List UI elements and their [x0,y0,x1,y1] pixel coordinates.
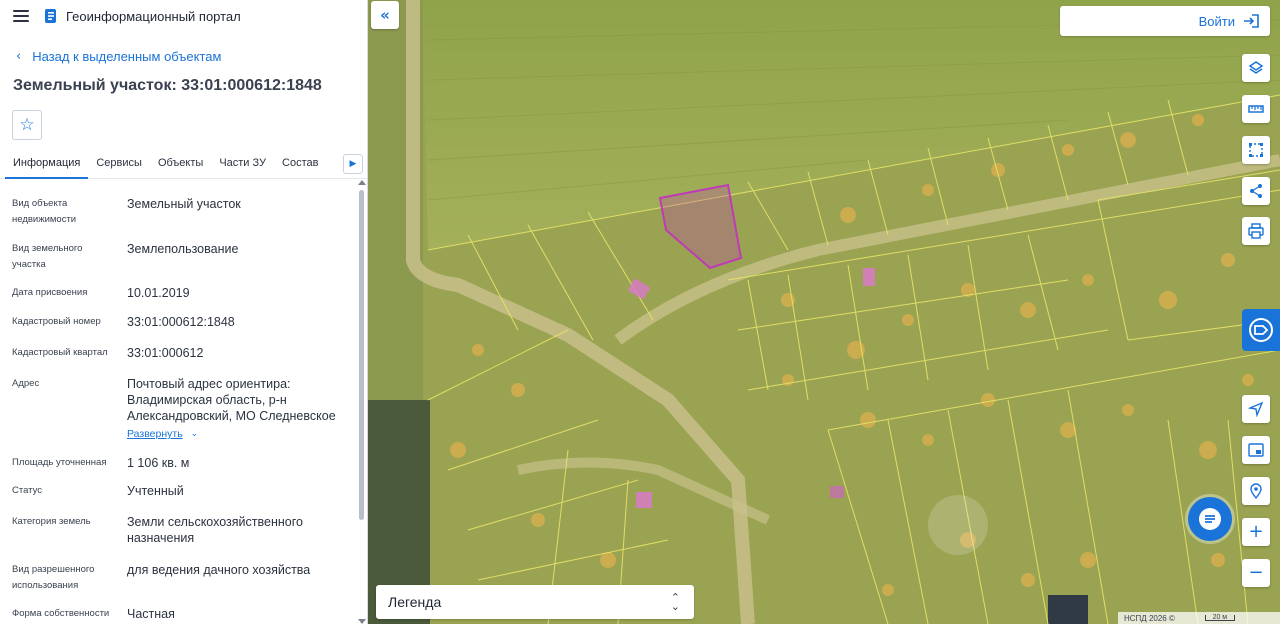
share-icon [1250,184,1262,198]
tab-information[interactable]: Информация [5,151,89,179]
attribute-value: Почтовый адрес ориентира: Владимирская о… [127,376,352,442]
plus-icon: + [1248,521,1264,542]
zoom-in-button[interactable]: + [1242,518,1270,546]
legend-label: Легенда [388,594,442,610]
attribute-value: 1 106 кв. м [127,456,190,470]
attribute-label: Адрес [12,378,40,389]
panel-scrollbar[interactable] [358,180,366,624]
login-button[interactable]: Войти [1060,6,1270,36]
scroll-down-icon[interactable] [358,619,366,624]
attribute-label: Кадастровый номер [12,316,101,327]
attribute-value: Земли сельскохозяйственного назначения [127,515,303,545]
locate-icon [1248,401,1264,417]
attribute-label: Площадь уточненная [12,457,107,468]
attribute-label: Форма собственности [12,608,110,619]
chat-icon [1199,508,1221,530]
favorite-button[interactable]: ☆ [12,110,42,140]
expand-label: Развернуть [127,428,183,440]
up-down-chevron-icon: ⌃ ⌄ [670,591,680,613]
object-title: Земельный участок: 33:01:000612:1848 [13,77,322,94]
login-icon [1244,14,1259,28]
tabs-scroll-right-button[interactable]: ▶ [343,154,363,174]
attribute-value: Учтенный [127,484,184,498]
share-button[interactable] [1242,177,1270,205]
app-title: Геоинформационный портал [66,8,241,24]
attribute-value: 33:01:000612:1848 [127,315,235,329]
geo-pin-button[interactable] [1242,477,1270,505]
geo-pin-icon [1250,483,1262,499]
attribute-value: 10.01.2019 [127,286,190,300]
scrollbar-thumb[interactable] [359,190,364,520]
double-chevron-left-icon: « [380,6,390,24]
attribute-label: Кадастровый квартал [12,347,108,358]
attribute-label: Вид земельного участка [12,243,83,270]
attribute-label: Вид объекта недвижимости [12,198,77,225]
select-area-button[interactable] [1242,136,1270,164]
portal-logo-icon [45,9,56,23]
collapse-panel-button[interactable]: « [371,1,399,29]
top-bar: Геоинформационный портал [0,0,367,32]
gosuslugi-icon [1249,318,1273,342]
info-panel: Геоинформационный портал ‹ Назад к выдел… [0,0,368,624]
chat-button[interactable] [1188,497,1232,541]
tab-bar: Информация Сервисы Объекты Части ЗУ Сост… [0,151,367,179]
attribute-label: Вид разрешенного использования [12,564,95,591]
back-label: Назад к выделенным объектам [32,48,222,64]
attribute-value: Частная [127,607,175,621]
minimap-icon [1248,443,1264,457]
legend-dropdown[interactable]: Легенда ⌃ ⌄ [376,585,694,619]
address-text: Почтовый адрес ориентира: Владимирская о… [127,377,336,423]
attribute-value: Земельный участок [127,197,241,211]
attribute-value: 33:01:000612 [127,346,204,360]
attribute-label: Категория земель [12,516,91,527]
attribute-value: Землепользование [127,242,239,256]
gosuslugi-button[interactable] [1242,309,1280,351]
tab-objects[interactable]: Объекты [150,151,211,179]
minus-icon: − [1248,562,1264,583]
ruler-icon [1248,105,1264,113]
star-icon: ☆ [19,115,35,135]
tab-services[interactable]: Сервисы [88,151,150,179]
chevron-down-icon: ⌄ [190,429,199,439]
attribute-value: для ведения дачного хозяйства [127,563,311,577]
attribute-label: Дата присвоения [12,287,88,298]
satellite-imagery [368,0,1280,624]
map-canvas[interactable] [368,0,1280,624]
copyright-text: НСПД 2026 © [1124,613,1175,623]
expand-address-link[interactable]: Развернуть ⌄ [127,426,198,442]
tab-parts[interactable]: Части ЗУ [211,151,274,179]
scroll-up-icon[interactable] [358,180,366,185]
minimap-button[interactable] [1242,436,1270,464]
app-root: Геоинформационный портал ‹ Назад к выдел… [0,0,1280,624]
scale-bar: 20 м [1204,614,1235,621]
locate-button[interactable] [1242,395,1270,423]
print-button[interactable] [1242,217,1270,245]
layers-button[interactable] [1242,54,1270,82]
zoom-out-button[interactable]: − [1242,559,1270,587]
login-label: Войти [1198,13,1235,29]
tab-composition[interactable]: Состав [274,151,326,179]
chevron-left-icon: ‹ [16,48,22,64]
back-to-selected-link[interactable]: ‹ Назад к выделенным объектам [16,47,367,65]
chevron-right-icon: ▶ [349,159,357,169]
menu-icon[interactable] [13,10,29,22]
print-icon [1248,223,1264,239]
attribute-label: Статус [12,485,43,496]
select-area-icon [1249,143,1263,157]
map-copyright: НСПД 2026 © 20 м [1118,612,1280,624]
ruler-button[interactable] [1242,95,1270,123]
layers-icon [1248,61,1264,74]
